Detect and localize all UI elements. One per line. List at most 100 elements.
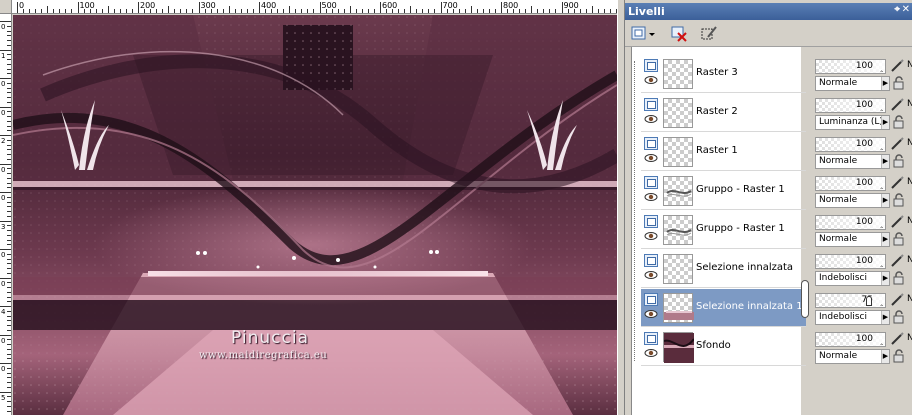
lock-transparency-icon[interactable] bbox=[892, 271, 906, 285]
opacity-slider[interactable]: 100 ‸ bbox=[815, 254, 886, 269]
opacity-slider[interactable]: 100 ‸ bbox=[815, 59, 886, 74]
opacity-slider[interactable]: 100 ‸ bbox=[815, 176, 886, 191]
dropdown-arrow-icon[interactable]: ▶ bbox=[881, 350, 889, 363]
edit-selection-button[interactable] bbox=[699, 24, 719, 44]
ruler-label: 0 bbox=[1, 365, 6, 373]
dropdown-arrow-icon[interactable]: ▶ bbox=[881, 155, 889, 168]
edit-layer-icon[interactable] bbox=[890, 332, 904, 346]
ruler-label: 300 bbox=[200, 1, 216, 10]
lock-transparency-icon[interactable] bbox=[892, 115, 906, 129]
ruler-minor-tick bbox=[168, 6, 170, 13]
blend-mode-select[interactable]: Indebolisci ▶ bbox=[815, 271, 890, 286]
edit-layer-icon[interactable] bbox=[890, 59, 904, 73]
layer-type-icon[interactable] bbox=[644, 176, 658, 189]
visibility-eye-icon[interactable] bbox=[644, 153, 658, 163]
dropdown-arrow-icon[interactable]: ▶ bbox=[881, 272, 889, 285]
layer-row[interactable]: Selezione innalzata 1 bbox=[641, 289, 806, 327]
opacity-slider[interactable]: 75‸ bbox=[815, 293, 886, 308]
lock-transparency-icon[interactable] bbox=[892, 193, 906, 207]
ruler-major-tick bbox=[0, 106, 11, 108]
ruler-label: 0 bbox=[1, 165, 6, 174]
ruler-minor-tick bbox=[7, 63, 11, 65]
close-icon[interactable]: ✕ bbox=[902, 4, 910, 15]
opacity-value: 100 bbox=[855, 334, 873, 344]
blend-mode-select[interactable]: Normale ▶ bbox=[815, 232, 890, 247]
pin-icon[interactable]: ⌖ bbox=[894, 4, 900, 15]
ruler-minor-tick bbox=[7, 168, 11, 170]
layer-row[interactable]: Raster 2 bbox=[641, 94, 806, 132]
layer-type-icon[interactable] bbox=[644, 254, 658, 267]
new-raster-layer-button[interactable] bbox=[630, 24, 656, 44]
layer-thumbnail bbox=[663, 254, 693, 284]
dropdown-arrow-icon[interactable]: ▶ bbox=[881, 233, 889, 246]
edit-layer-icon[interactable] bbox=[890, 98, 904, 112]
layer-row[interactable]: Gruppo - Raster 1 bbox=[641, 211, 806, 249]
layer-row[interactable]: Sfondo bbox=[641, 328, 806, 366]
edit-layer-icon[interactable] bbox=[890, 254, 904, 268]
opacity-slider[interactable]: 100 ‸ bbox=[815, 332, 886, 347]
layer-thumbnail bbox=[663, 98, 693, 128]
blend-mode-select[interactable]: Luminanza (L) ▶ bbox=[815, 115, 890, 130]
ruler-minor-tick bbox=[398, 9, 400, 13]
lock-transparency-icon[interactable] bbox=[892, 232, 906, 246]
visibility-eye-icon[interactable] bbox=[644, 348, 658, 358]
blend-mode-select[interactable]: Indebolisci ▶ bbox=[815, 310, 890, 325]
layer-type-icon[interactable] bbox=[644, 215, 658, 228]
layer-row[interactable]: Raster 1 bbox=[641, 133, 806, 171]
visibility-eye-icon[interactable] bbox=[644, 231, 658, 241]
panel-scroll-handle[interactable] bbox=[801, 280, 809, 318]
ruler-minor-tick bbox=[265, 9, 267, 13]
visibility-eye-icon[interactable] bbox=[644, 114, 658, 124]
layer-properties-row: 100 ‸ Normale ▶ N bbox=[812, 173, 912, 211]
opacity-value: 100 bbox=[855, 139, 873, 149]
layer-type-icon[interactable] bbox=[644, 59, 658, 72]
opacity-slider[interactable]: 100 ‸ bbox=[815, 137, 886, 152]
blend-mode-select[interactable]: Normale ▶ bbox=[815, 349, 890, 364]
edit-layer-icon[interactable] bbox=[890, 137, 904, 151]
lock-transparency-icon[interactable] bbox=[892, 154, 906, 168]
ruler-minor-tick bbox=[289, 6, 291, 13]
ruler-minor-tick bbox=[343, 9, 345, 13]
edit-layer-icon[interactable] bbox=[890, 215, 904, 229]
blend-mode-select[interactable]: Normale ▶ bbox=[815, 193, 890, 208]
dropdown-arrow-icon[interactable]: ▶ bbox=[881, 116, 889, 129]
opacity-slider[interactable]: 100 ‸ bbox=[815, 215, 886, 230]
visibility-eye-icon[interactable] bbox=[644, 270, 658, 280]
blend-mode-select[interactable]: Normale ▶ bbox=[815, 76, 890, 91]
ruler-major-tick bbox=[561, 2, 563, 13]
ruler-minor-tick bbox=[180, 9, 182, 13]
lock-transparency-icon[interactable] bbox=[892, 310, 906, 324]
layer-row[interactable]: Selezione innalzata bbox=[641, 250, 806, 288]
ruler-minor-tick bbox=[555, 9, 557, 13]
opacity-slider-thumb[interactable] bbox=[866, 296, 872, 306]
blend-mode-select[interactable]: Normale ▶ bbox=[815, 154, 890, 169]
layer-type-icon[interactable] bbox=[644, 98, 658, 111]
layer-row[interactable]: Gruppo - Raster 1 bbox=[641, 172, 806, 210]
visibility-eye-icon[interactable] bbox=[644, 75, 658, 85]
ruler-minor-tick bbox=[7, 182, 11, 184]
edit-layer-icon[interactable] bbox=[890, 176, 904, 190]
layer-row[interactable]: Raster 3 bbox=[641, 55, 806, 93]
lock-transparency-icon[interactable] bbox=[892, 76, 906, 90]
layer-type-icon[interactable] bbox=[644, 332, 658, 345]
dropdown-arrow-icon[interactable]: ▶ bbox=[881, 194, 889, 207]
ruler-minor-tick bbox=[7, 396, 11, 398]
visibility-eye-icon[interactable] bbox=[644, 309, 658, 319]
ruler-minor-tick bbox=[519, 9, 521, 13]
layer-type-icon[interactable] bbox=[644, 137, 658, 150]
lock-transparency-icon[interactable] bbox=[892, 349, 906, 363]
artwork-image[interactable]: Pinuccia www.maidiregrafica.eu bbox=[13, 15, 617, 415]
opacity-slider[interactable]: 100 ‸ bbox=[815, 98, 886, 113]
dropdown-arrow-icon[interactable]: ▶ bbox=[881, 77, 889, 90]
image-canvas-window: 0 100 200 300 400 500 600 700 800 900 01002003004… bbox=[0, 0, 617, 415]
layer-thumbnail bbox=[663, 293, 694, 323]
panel-splitter[interactable] bbox=[617, 0, 625, 415]
visibility-eye-icon[interactable] bbox=[644, 192, 658, 202]
delete-layer-button[interactable] bbox=[669, 24, 689, 44]
ruler-major-tick bbox=[0, 192, 11, 193]
dropdown-arrow-icon[interactable]: ▶ bbox=[881, 311, 889, 324]
edit-layer-icon[interactable] bbox=[890, 293, 904, 307]
ruler-major-tick bbox=[77, 2, 79, 13]
ruler-minor-tick bbox=[162, 9, 164, 13]
layer-type-icon[interactable] bbox=[644, 293, 658, 306]
